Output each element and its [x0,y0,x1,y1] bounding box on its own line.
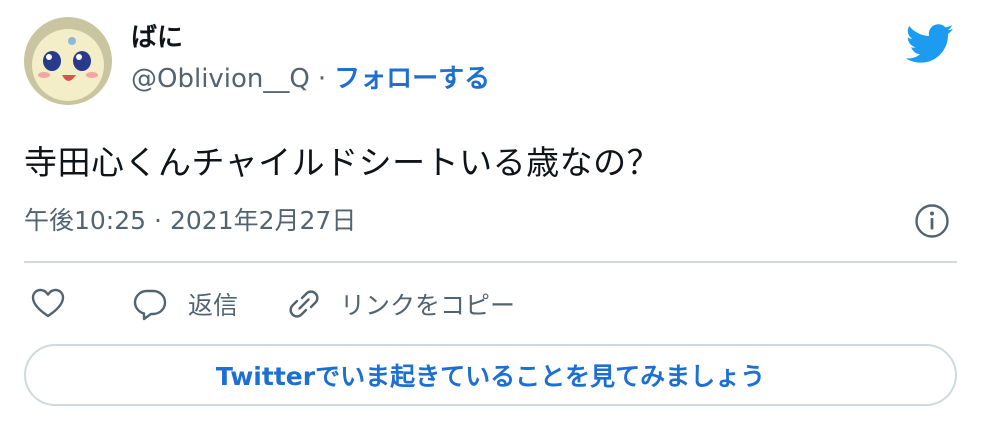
speech-bubble-icon [133,289,167,321]
embedded-tweet-card: ばに @Oblivion__Q · フォローする 寺田心くんチャイルドシートいる… [0,0,984,432]
like-button[interactable] [30,286,66,322]
tweet-date: 2021年2月27日 [170,206,357,235]
tweet-text: 寺田心くんチャイルドシートいる歳なの？ [24,143,661,182]
reply-label: 返信 [188,291,239,320]
explore-twitter-button[interactable]: Twitterでいま起きていることを見てみましょう [24,344,957,406]
handle-row: @Oblivion__Q · フォローする [131,61,490,97]
link-icon [289,290,319,318]
info-icon[interactable] [914,203,950,239]
avatar[interactable] [24,17,112,105]
tweet-time: 午後10:25 [24,206,147,235]
user-info: ばに @Oblivion__Q · フォローする [131,23,490,97]
copy-link-label: リンクをコピー [340,291,516,320]
heart-icon [31,288,65,318]
divider [24,261,957,263]
handle-separator: · [317,64,327,94]
tweet-header: ばに @Oblivion__Q · フォローする [24,17,490,105]
tweet-timestamp[interactable]: 午後10:25 · 2021年2月27日 [24,204,356,238]
timestamp-separator: · [154,206,162,235]
explore-twitter-label: Twitterでいま起きていることを見てみましょう [215,362,766,391]
follow-button[interactable]: フォローする [334,61,490,97]
avatar-image [24,17,112,105]
user-handle[interactable]: @Oblivion__Q [131,61,310,97]
display-name[interactable]: ばに [131,21,490,55]
twitter-bird-icon[interactable] [906,24,954,64]
tweet-actions: 返信 リンクをコピー [30,282,515,326]
copy-link-button[interactable]: リンクをコピー [286,286,515,322]
reply-button[interactable]: 返信 [132,286,238,322]
